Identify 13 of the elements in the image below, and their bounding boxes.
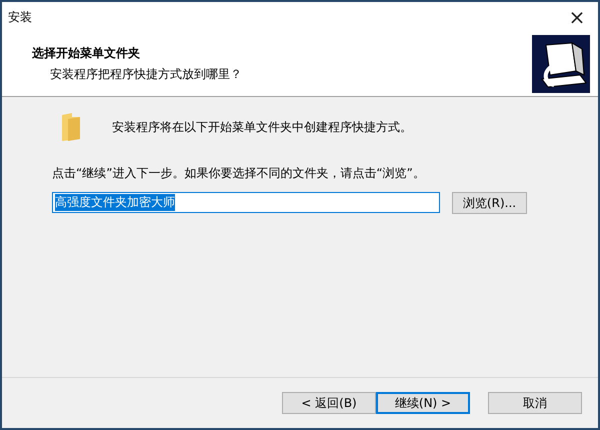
computer-icon (532, 35, 590, 93)
page-subtitle: 安装程序把程序快捷方式放到哪里？ (49, 66, 242, 83)
folder-input-field[interactable]: 高强度文件夹加密大师 (52, 192, 440, 213)
dialog-button[interactable]: < 返回(B) (282, 392, 376, 414)
page-title: 选择开始菜单文件夹 (32, 45, 141, 62)
instruction-text: 点击“继续”进入下一步。如果你要选择不同的文件夹，请点击“浏览”。 (52, 165, 426, 182)
intro-text: 安装程序将在以下开始菜单文件夹中创建程序快捷方式。 (112, 118, 412, 136)
close-button[interactable]: × (562, 5, 592, 29)
dialog-button[interactable]: 取消 (488, 392, 582, 414)
folder-icon (60, 111, 82, 143)
window-title: 安装 (8, 8, 32, 26)
browse-button[interactable]: 浏览(R)... (452, 192, 527, 214)
dialog-button[interactable]: 继续(N) > (376, 392, 470, 414)
